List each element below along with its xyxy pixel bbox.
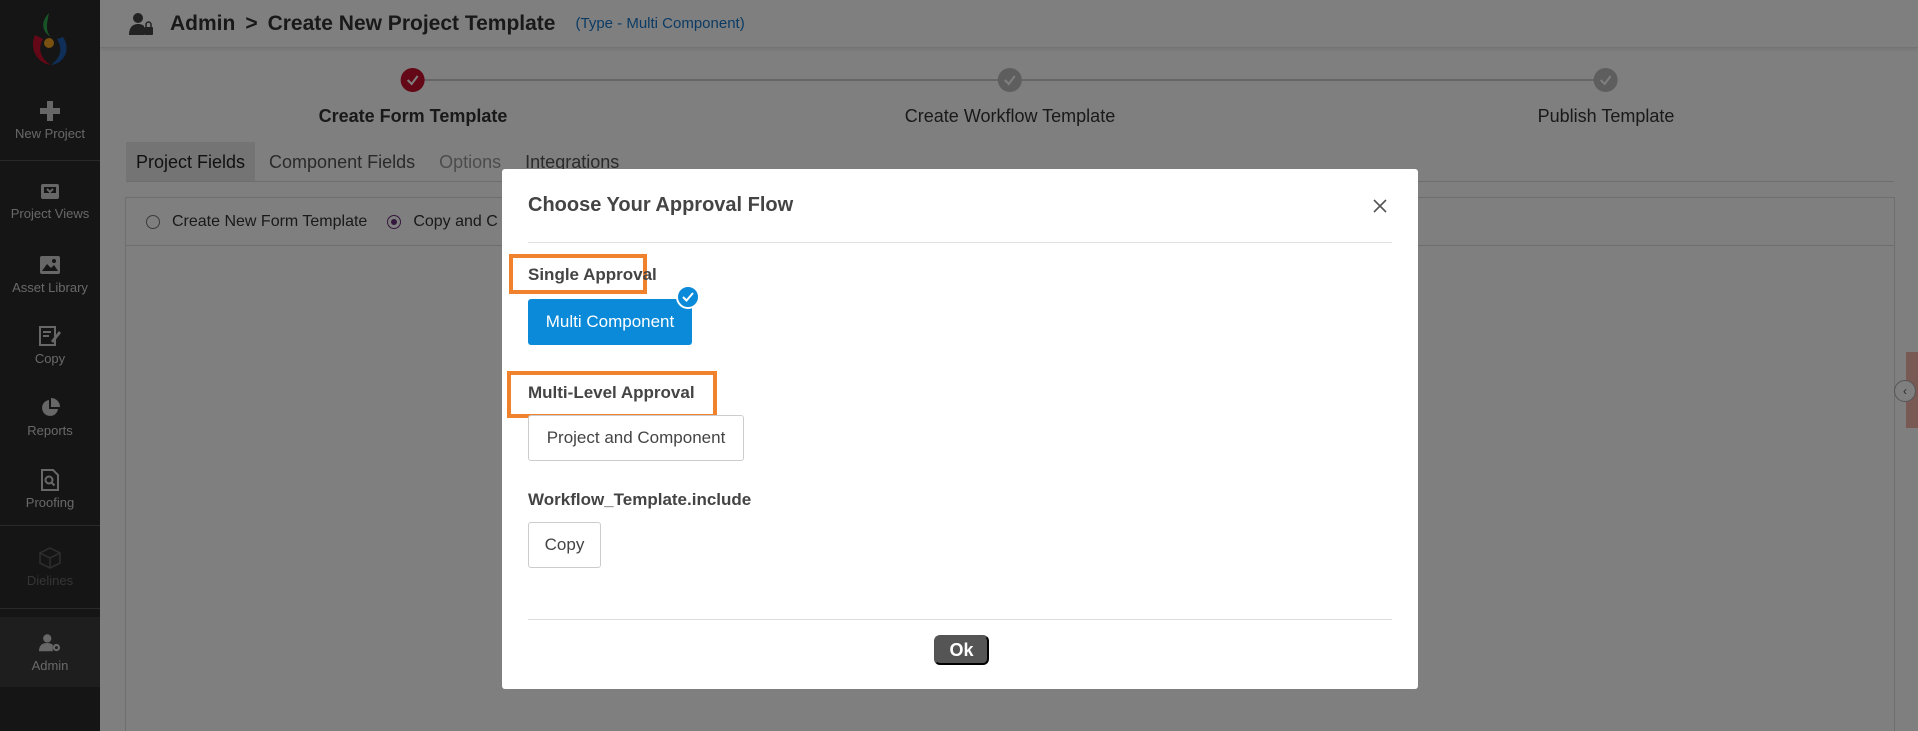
approval-flow-dialog: Choose Your Approval Flow Single Approva… [502,169,1418,689]
dialog-title: Choose Your Approval Flow [528,194,794,216]
workflow-include-label: Workflow_Template.include [528,490,752,509]
multi-component-button[interactable]: Multi Component [528,299,692,345]
copy-button[interactable]: Copy [528,522,601,568]
dialog-header: Choose Your Approval Flow [528,169,1392,243]
close-icon[interactable] [1368,194,1392,218]
check-icon [676,285,700,309]
project-and-component-button[interactable]: Project and Component [528,415,744,461]
multi-level-approval-label: Multi-Level Approval [528,383,695,402]
single-approval-label: Single Approval [528,265,657,284]
dialog-footer-divider [528,619,1392,620]
ok-button[interactable]: Ok [934,635,989,665]
